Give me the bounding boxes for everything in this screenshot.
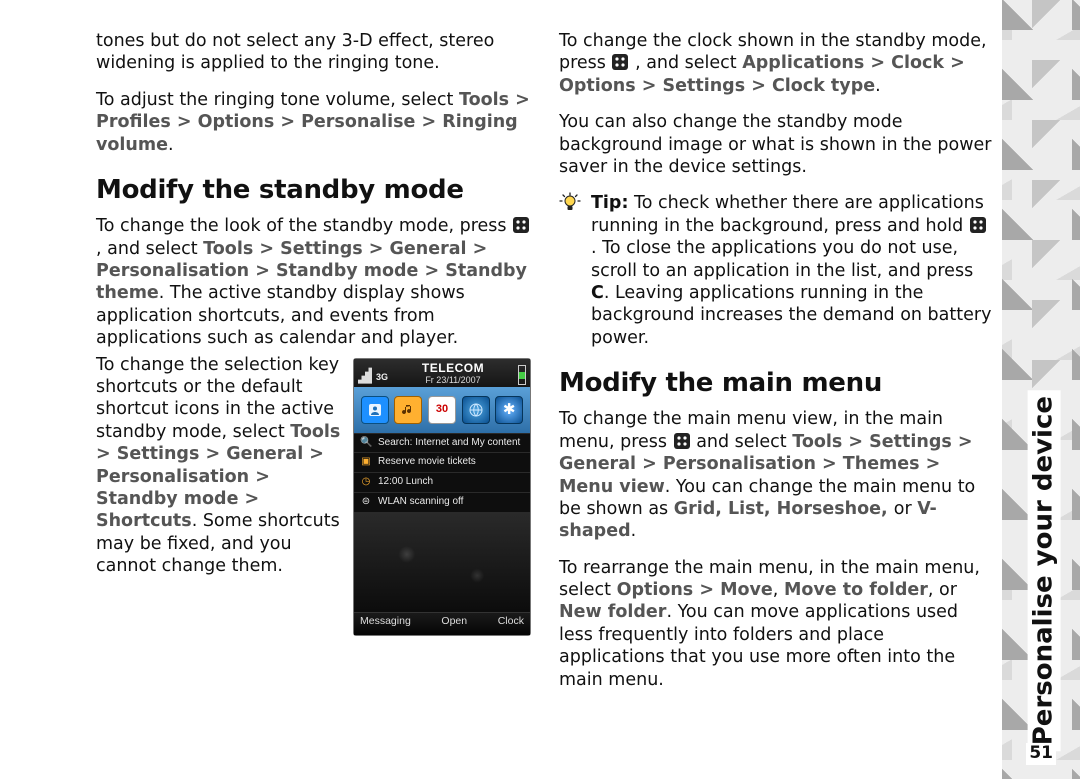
para-clock: To change the clock shown in the standby…: [559, 30, 994, 97]
list-text: 12:00 Lunch: [378, 476, 433, 489]
operator-date: Fr 23/11/2007: [392, 375, 514, 387]
phone-screenshot: 3G TELECOM Fr 23/11/2007: [353, 358, 531, 636]
para-ringing-volume: To adjust the ringing tone volume, selec…: [96, 89, 531, 156]
para-standby-look: To change the look of the standby mode, …: [96, 215, 531, 349]
menu-path: Move to folder: [784, 580, 928, 600]
heading-modify-standby: Modify the standby mode: [96, 174, 531, 207]
globe-icon: [462, 396, 490, 424]
para-3d-effect: tones but do not select any 3-D effect, …: [96, 30, 531, 75]
menu-key-icon: [969, 216, 987, 234]
menu-path: Options > Move: [617, 580, 773, 600]
tip-bulb-icon: [559, 192, 581, 214]
shortcut-row: 30 ✱: [354, 387, 530, 433]
list-item: ▣ Reserve movie tickets: [354, 452, 530, 472]
wallpaper-area: [354, 512, 530, 618]
softkey-left: Messaging: [360, 615, 411, 635]
manual-page: tones but do not select any 3-D effect, …: [0, 0, 1080, 779]
list-item: ⊜ WLAN scanning off: [354, 492, 530, 512]
text: , and select: [635, 53, 742, 73]
wlan-icon: ⊜: [360, 496, 372, 509]
left-column: tones but do not select any 3-D effect, …: [96, 30, 531, 750]
list-item: 🔍 Search: Internet and My content: [354, 433, 530, 453]
text: . Leaving applications running in the ba…: [591, 283, 991, 348]
text: or: [894, 499, 917, 519]
heading-modify-main-menu: Modify the main menu: [559, 367, 994, 400]
search-icon: 🔍: [360, 437, 372, 450]
right-column: To change the clock shown in the standby…: [559, 30, 994, 750]
text: , and select: [96, 239, 203, 259]
battery-icon: [518, 365, 526, 385]
music-icon: [394, 396, 422, 424]
list-item: ◷ 12:00 Lunch: [354, 472, 530, 492]
list-text: Reserve movie tickets: [378, 456, 476, 469]
list-text: WLAN scanning off: [378, 496, 463, 509]
key-c: C: [591, 283, 604, 303]
operator-block: TELECOM Fr 23/11/2007: [392, 361, 514, 387]
text: .: [631, 521, 637, 541]
list-text: Search: Internet and My content: [378, 437, 520, 450]
para-menu-view: To change the main menu view, in the mai…: [559, 408, 994, 542]
text: .: [168, 135, 174, 155]
active-standby-list: 🔍 Search: Internet and My content ▣ Rese…: [354, 433, 530, 512]
tip-block: Tip: To check whether there are applicat…: [559, 192, 994, 349]
softkey-bar: Messaging Open Clock: [354, 612, 530, 635]
signal-icon: [358, 364, 372, 384]
phone-status-bar: 3G TELECOM Fr 23/11/2007: [354, 359, 530, 387]
network-3g-label: 3G: [376, 372, 388, 384]
two-column-content: tones but do not select any 3-D effect, …: [96, 30, 994, 750]
para-rearrange-menu: To rearrange the main menu, in the main …: [559, 557, 994, 691]
standby-description-block: To change the look of the standby mode, …: [96, 215, 531, 639]
text: ,: [773, 580, 784, 600]
calendar-icon: 30: [428, 396, 456, 424]
menu-options: Grid, List, Horseshoe,: [674, 499, 894, 519]
menu-key-icon: [512, 216, 530, 234]
text: To change the look of the standby mode, …: [96, 216, 512, 236]
side-tab: Personalise your device 51: [1002, 0, 1080, 779]
menu-key-icon: [673, 432, 691, 450]
tip-label: Tip:: [591, 193, 628, 213]
text: . To close the applications you do not u…: [591, 238, 973, 280]
menu-key-icon: [611, 53, 629, 71]
ticket-icon: ▣: [360, 456, 372, 469]
page-number: 51: [1026, 743, 1056, 765]
para-background-image: You can also change the standby mode bac…: [559, 111, 994, 178]
text: To adjust the ringing tone volume, selec…: [96, 90, 459, 110]
bluetooth-icon: ✱: [495, 396, 523, 424]
text: , or: [928, 580, 957, 600]
operator-name: TELECOM: [392, 361, 514, 376]
contacts-icon: [361, 396, 389, 424]
menu-path: New folder: [559, 602, 666, 622]
text: .: [875, 76, 881, 96]
text: To check whether there are applications …: [591, 193, 984, 235]
section-title: Personalise your device: [1027, 390, 1060, 751]
softkey-right: Clock: [498, 615, 524, 635]
softkey-mid: Open: [441, 615, 467, 635]
tip-text: Tip: To check whether there are applicat…: [591, 192, 994, 349]
text: and select: [696, 432, 792, 452]
clock-icon: ◷: [360, 476, 372, 489]
